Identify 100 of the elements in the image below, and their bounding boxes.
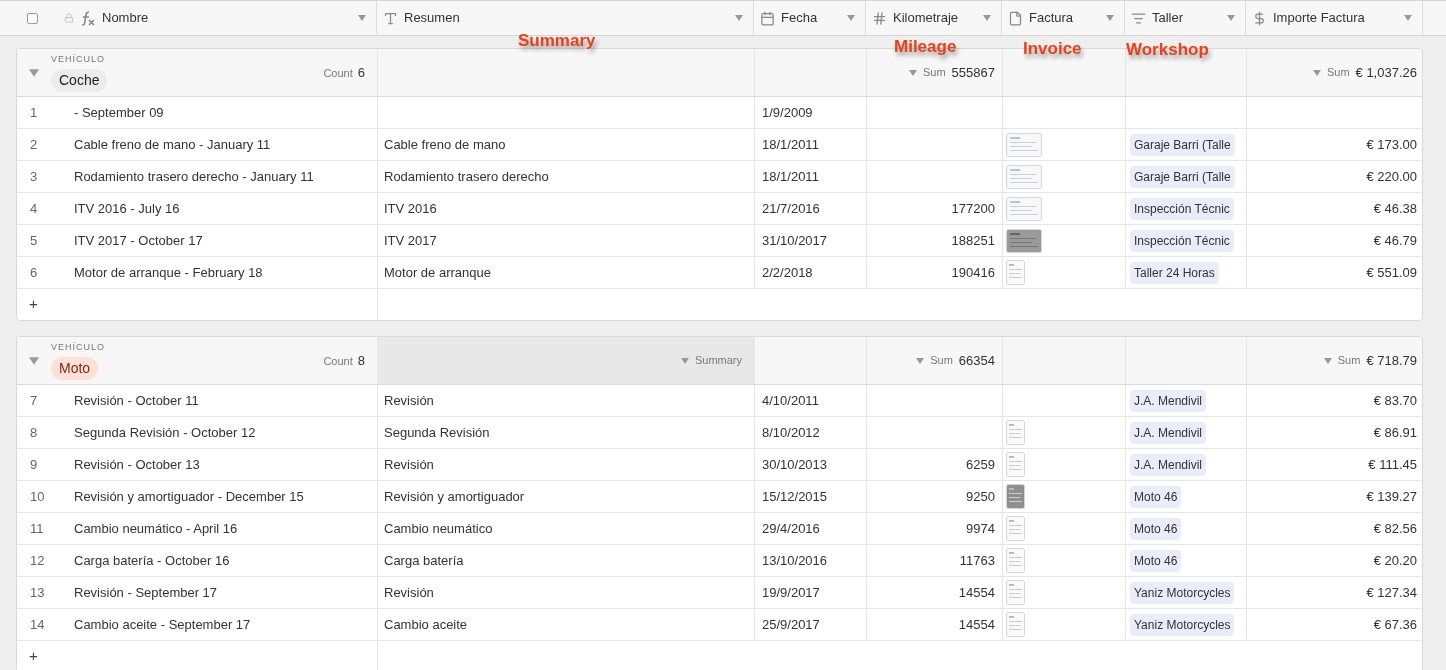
linked-record-chip[interactable]: Yaniz Motorcycles: [1130, 613, 1235, 636]
count-label: Count: [323, 65, 353, 81]
group-field-label: VEHÍCULO: [51, 341, 105, 355]
linked-record-chip[interactable]: Moto 46: [1130, 517, 1182, 540]
linked-record-chip[interactable]: Moto 46: [1130, 549, 1182, 572]
table-cell-text: € 86.91: [1373, 423, 1417, 442]
table-cell-text: € 173.00: [1366, 135, 1417, 154]
table-cell-text: Cable freno de mano - January 11: [74, 135, 271, 154]
table-cell-text: ITV 2017 - October 17: [74, 231, 203, 250]
table-cell-text: 8/10/2012: [762, 423, 820, 442]
sum-value: € 1,037.26: [1355, 63, 1417, 82]
linked-record-chip[interactable]: Garaje Barri (Talle: [1130, 165, 1235, 188]
add-row-button[interactable]: +: [29, 645, 38, 668]
caret-icon: [680, 357, 689, 364]
linked-record-chip[interactable]: Moto 46: [1130, 485, 1182, 508]
table-cell-text: € 67.36: [1373, 615, 1417, 634]
summary-hint[interactable]: Summary: [694, 352, 742, 369]
table-cell-text: 13/10/2016: [762, 551, 828, 570]
document-thumbnail[interactable]: [1006, 484, 1025, 509]
document-thumbnail[interactable]: [1006, 164, 1042, 189]
table-cell-text: € 46.79: [1373, 231, 1417, 250]
table-cell-text: € 127.34: [1366, 583, 1417, 602]
list-icon: [1131, 10, 1146, 26]
add-row-button[interactable]: +: [29, 293, 38, 316]
table-cell-text: Revisión - September 17: [74, 583, 218, 602]
caret-icon: [29, 68, 39, 77]
row-number: 3: [29, 167, 39, 186]
table-cell-text: € 20.20: [1373, 551, 1417, 570]
column-header[interactable]: Taller: [1125, 1, 1246, 35]
column-header[interactable]: Nombre: [0, 1, 377, 35]
sum-value: 66354: [958, 351, 995, 370]
linked-record-chip[interactable]: Taller 24 Horas: [1130, 261, 1219, 284]
column-header[interactable]: Importe Factura: [1246, 1, 1423, 35]
row-number: 7: [29, 391, 39, 410]
row-number: 2: [29, 135, 39, 154]
linked-record-chip[interactable]: Inspección Técnic: [1130, 197, 1234, 220]
linked-record-chip[interactable]: Garaje Barri (Talle: [1130, 133, 1235, 156]
caret-icon: [1404, 15, 1412, 21]
table-cell-text: Revisión - October 11: [74, 391, 199, 410]
table-cell-text: 14554: [958, 615, 995, 634]
table-cell-text: € 139.27: [1366, 487, 1417, 506]
document-thumbnail[interactable]: [1006, 420, 1025, 445]
count-label: Count: [323, 353, 353, 369]
column-header[interactable]: Kilometraje: [866, 1, 1002, 35]
caret-icon: [1312, 69, 1321, 76]
count-value: 6: [357, 63, 365, 82]
row-number: 4: [29, 199, 39, 218]
select-all-checkbox[interactable]: [27, 12, 38, 24]
table-cell-text: 18/1/2011: [762, 167, 819, 186]
group-field-label: VEHÍCULO: [51, 53, 106, 67]
table-cell-text: 29/4/2016: [762, 519, 820, 538]
linked-record-chip[interactable]: Yaniz Motorcycles: [1130, 581, 1235, 604]
document-thumbnail[interactable]: [1006, 228, 1042, 253]
document-thumbnail[interactable]: [1006, 548, 1025, 573]
table-cell-text: 6259: [966, 455, 995, 474]
document-thumbnail[interactable]: [1006, 612, 1025, 637]
table-cell-text: 18/1/2011: [762, 135, 819, 154]
table-cell-text: Cable freno de mano: [384, 135, 506, 154]
calendar-icon: [760, 10, 775, 26]
column-header[interactable]: Fecha: [754, 1, 866, 35]
annotation-label: Workshop: [1126, 39, 1209, 61]
document-thumbnail[interactable]: [1006, 132, 1042, 157]
table-cell-text: 11763: [959, 551, 995, 570]
column-header[interactable]: Resumen: [377, 1, 754, 35]
text-type-icon: [383, 10, 398, 26]
document-thumbnail[interactable]: [1006, 580, 1025, 605]
group-tag: Coche: [51, 68, 108, 92]
table-cell-text: 14554: [958, 583, 995, 602]
document-thumbnail[interactable]: [1006, 260, 1025, 285]
table-cell-text: € 220.00: [1366, 167, 1417, 186]
table-cell-text: ITV 2017: [384, 231, 437, 250]
table-cell-text: Cambio aceite: [384, 615, 468, 634]
table-cell-text: € 82.56: [1373, 519, 1417, 538]
table-cell-text: Segunda Revisión - October 12: [74, 423, 256, 442]
group-tag: Moto: [51, 356, 99, 380]
linked-record-chip[interactable]: Inspección Técnic: [1130, 229, 1234, 252]
table-cell-text: 190416: [951, 263, 995, 282]
sum-label: Sum: [923, 65, 946, 81]
caret-icon: [909, 69, 917, 76]
table-cell-text: 9250: [966, 487, 995, 506]
document-thumbnail[interactable]: [1006, 516, 1025, 541]
linked-record-chip[interactable]: J.A. Mendivil: [1130, 421, 1207, 444]
row-number: 8: [29, 423, 39, 442]
linked-record-chip[interactable]: J.A. Mendivil: [1130, 389, 1207, 412]
row-number: 14: [29, 615, 46, 634]
column-header[interactable]: Factura: [1002, 1, 1125, 35]
table-cell-text: 15/12/2015: [762, 487, 828, 506]
row-number: 12: [29, 551, 46, 570]
count-value: 8: [357, 351, 365, 370]
linked-record-chip[interactable]: J.A. Mendivil: [1130, 453, 1207, 476]
document-thumbnail[interactable]: [1006, 196, 1042, 221]
table-cell-text: Carga batería: [384, 551, 464, 570]
table-cell-text: 21/7/2016: [762, 199, 820, 218]
table-cell-text: € 83.70: [1373, 391, 1417, 410]
table-cell-text: ITV 2016: [384, 199, 437, 218]
table-cell-text: 9974: [966, 519, 995, 538]
sum-value: 555867: [951, 63, 995, 82]
table-cell-text: 1/9/2009: [762, 103, 813, 122]
document-thumbnail[interactable]: [1006, 452, 1025, 477]
sum-label: Sum: [1337, 353, 1361, 369]
